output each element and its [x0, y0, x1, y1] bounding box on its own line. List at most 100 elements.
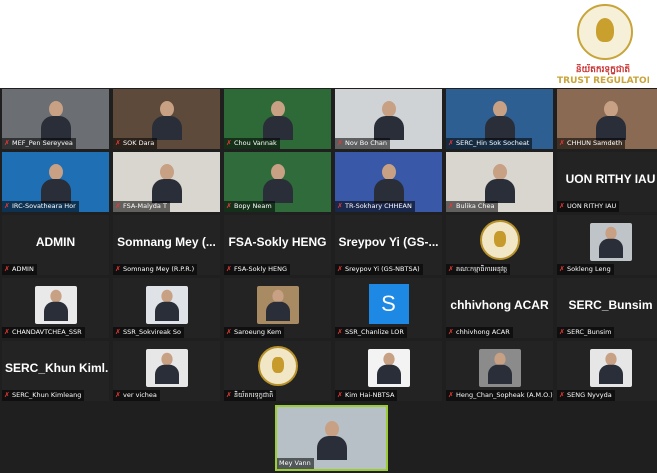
seal-icon [479, 220, 520, 260]
participant-tile[interactable]: chhivhong ACAR ✗ chhivhong ACAR [446, 278, 553, 338]
mic-muted-icon: ✗ [448, 265, 454, 273]
participant-name-label: CHHUN Samdeth [567, 139, 623, 147]
participant-video [484, 164, 515, 203]
mic-muted-icon: ✗ [448, 328, 454, 336]
participant-tile[interactable]: ADMIN ✗ ADMIN [2, 215, 109, 275]
participant-name-label: Bulika Chea [456, 202, 495, 210]
participant-video [262, 101, 293, 140]
participant-tile[interactable]: ✗ Kim Hai-NBTSA [335, 341, 442, 401]
participant-tile[interactable]: ✗ CHHUN Samdeth [557, 89, 657, 149]
participant-name: ✗ Somnang Mey (R.P.R.) [113, 264, 198, 275]
participant-name-label: SERC_Hin Sok Socheat [456, 139, 530, 147]
participant-name-label: FSA-Sokly HENG [234, 265, 287, 273]
participant-tile[interactable]: ✗ Chou Vannak [224, 89, 331, 149]
participant-name-label: SERC_Khun Kimleang [12, 391, 82, 399]
participant-tile[interactable]: ✗ Nov Bo Chan [335, 89, 442, 149]
participant-tile[interactable]: Sreypov Yi (GS-... ✗ Sreypov Yi (GS-NBTSA) [335, 215, 442, 275]
participant-tile[interactable]: S ✗ SSR_Chanlize LOR [335, 278, 442, 338]
participant-display-name: Sreypov Yi (GS-... [338, 235, 439, 249]
participant-tile[interactable]: ✗ TR-Sokhary CHHEAN [335, 152, 442, 212]
participant-name-label: Nov Bo Chan [345, 139, 388, 147]
participant-tile[interactable]: ✗ SSR_Sokvireak So [113, 278, 220, 338]
profile-picture [34, 286, 77, 324]
mic-muted-icon: ✗ [559, 139, 565, 147]
active-speaker-tile[interactable]: Mey Vann [275, 405, 388, 471]
seal-icon [257, 346, 298, 386]
participant-tile[interactable]: ✗ Bopy Neam [224, 152, 331, 212]
participant-tile[interactable]: ✗ Bulika Chea [446, 152, 553, 212]
mic-muted-icon: ✗ [337, 391, 343, 399]
mic-muted-icon: ✗ [4, 202, 10, 210]
participant-tile[interactable]: ✗ Heng_Chan_Sopheak (A.M.O.) [446, 341, 553, 401]
participant-name-label: UON RITHY IAU [567, 202, 617, 210]
participant-tile[interactable]: ✗ គណៈកម្មាធិការអនុវត្ត [446, 215, 553, 275]
participant-name-label: Chou Vannak [234, 139, 277, 147]
mic-muted-icon: ✗ [448, 139, 454, 147]
participant-tile[interactable]: ✗ MEF_Pen Sereyvea [2, 89, 109, 149]
participant-tile[interactable]: ✗ Sokleng Leng [557, 215, 657, 275]
participant-name-label: Saroeung Kem [234, 328, 282, 336]
participant-tile[interactable]: FSA-Sokly HENG ✗ FSA-Sokly HENG [224, 215, 331, 275]
participant-name: ✗ Sokleng Leng [557, 264, 614, 275]
participant-name-label: chhivhong ACAR [456, 328, 510, 336]
participant-name-label: Sokleng Leng [567, 265, 611, 273]
profile-picture [478, 349, 521, 387]
participant-name: ✗ Kim Hai-NBTSA [335, 390, 398, 401]
participant-tile[interactable]: ✗ IRC-Sovatheara Hor [2, 152, 109, 212]
mic-muted-icon: ✗ [4, 265, 10, 273]
participant-tile[interactable]: ✗ ver vichea [113, 341, 220, 401]
mic-muted-icon: ✗ [448, 202, 454, 210]
participant-name: ✗ SENG Nyvyda [557, 390, 615, 401]
participant-tile[interactable]: ✗ និយ័តករទុក្ខជាតិ [224, 341, 331, 401]
participant-display-name: FSA-Sokly HENG [228, 235, 327, 249]
participant-display-name: ADMIN [35, 235, 76, 249]
participant-name-label: Somnang Mey (R.P.R.) [123, 265, 195, 273]
participant-name-label: Sreypov Yi (GS-NBTSA) [345, 265, 420, 273]
mic-muted-icon: ✗ [337, 265, 343, 273]
participant-name-label: SOK Dara [123, 139, 155, 147]
letter-avatar: S [368, 284, 409, 324]
participant-display-name: SERC_Khun Kiml... [5, 361, 109, 375]
participant-name: ✗ ver vichea [113, 390, 160, 401]
participant-tile[interactable]: ✗ CHANDAVTCHEA_SSR [2, 278, 109, 338]
participant-tile[interactable]: ✗ SERC_Hin Sok Socheat [446, 89, 553, 149]
participant-tile[interactable]: ✗ SOK Dara [113, 89, 220, 149]
participant-name: Mey Vann [277, 458, 314, 469]
participant-video [484, 101, 515, 140]
participant-name-label: គណៈកម្មាធិការអនុវត្ត [456, 265, 508, 273]
participant-name-label: TR-Sokhary CHHEAN [345, 202, 412, 210]
participant-name: ✗ Saroeung Kem [224, 327, 285, 338]
participant-name: ✗ ADMIN [2, 264, 37, 275]
mic-muted-icon: ✗ [226, 139, 232, 147]
mic-muted-icon: ✗ [115, 202, 121, 210]
participant-name: ✗ Heng_Chan_Sopheak (A.M.O.) [446, 390, 553, 401]
participant-video [151, 101, 182, 140]
mic-muted-icon: ✗ [115, 328, 121, 336]
participant-tile[interactable]: SERC_Khun Kiml... ✗ SERC_Khun Kimleang [2, 341, 109, 401]
mic-muted-icon: ✗ [115, 139, 121, 147]
participant-name: ✗ IRC-Sovatheara Hor [2, 201, 79, 212]
participant-video [373, 101, 404, 140]
participant-name-label: Heng_Chan_Sopheak (A.M.O.) [456, 391, 553, 399]
participant-name: ✗ SSR_Sokvireak So [113, 327, 184, 338]
participant-tile[interactable]: ✗ SENG Nyvyda [557, 341, 657, 401]
participant-tile[interactable]: ✗ FSA-Malyda T [113, 152, 220, 212]
participant-tile[interactable]: UON RITHY IAU ✗ UON RITHY IAU [557, 152, 657, 212]
mic-muted-icon: ✗ [448, 391, 454, 399]
participant-name: ✗ Bopy Neam [224, 201, 275, 212]
participant-name: ✗ CHHUN Samdeth [557, 138, 626, 149]
participant-display-name: SERC_Bunsim [568, 298, 653, 312]
participant-name-label: CHANDAVTCHEA_SSR [12, 328, 82, 336]
mic-muted-icon: ✗ [4, 328, 10, 336]
mic-muted-icon: ✗ [559, 265, 565, 273]
participant-name: ✗ CHANDAVTCHEA_SSR [2, 327, 85, 338]
participant-name-label: Kim Hai-NBTSA [345, 391, 395, 399]
participant-name-label: SSR_Chanlize LOR [345, 328, 404, 336]
participant-name-label: SERC_Bunsim [567, 328, 612, 336]
mic-muted-icon: ✗ [226, 202, 232, 210]
participant-tile[interactable]: Somnang Mey (... ✗ Somnang Mey (R.P.R.) [113, 215, 220, 275]
participant-name: ✗ TR-Sokhary CHHEAN [335, 201, 415, 212]
participant-tile[interactable]: ✗ Saroeung Kem [224, 278, 331, 338]
participant-name: ✗ SERC_Khun Kimleang [2, 390, 85, 401]
participant-tile[interactable]: SERC_Bunsim ✗ SERC_Bunsim [557, 278, 657, 338]
